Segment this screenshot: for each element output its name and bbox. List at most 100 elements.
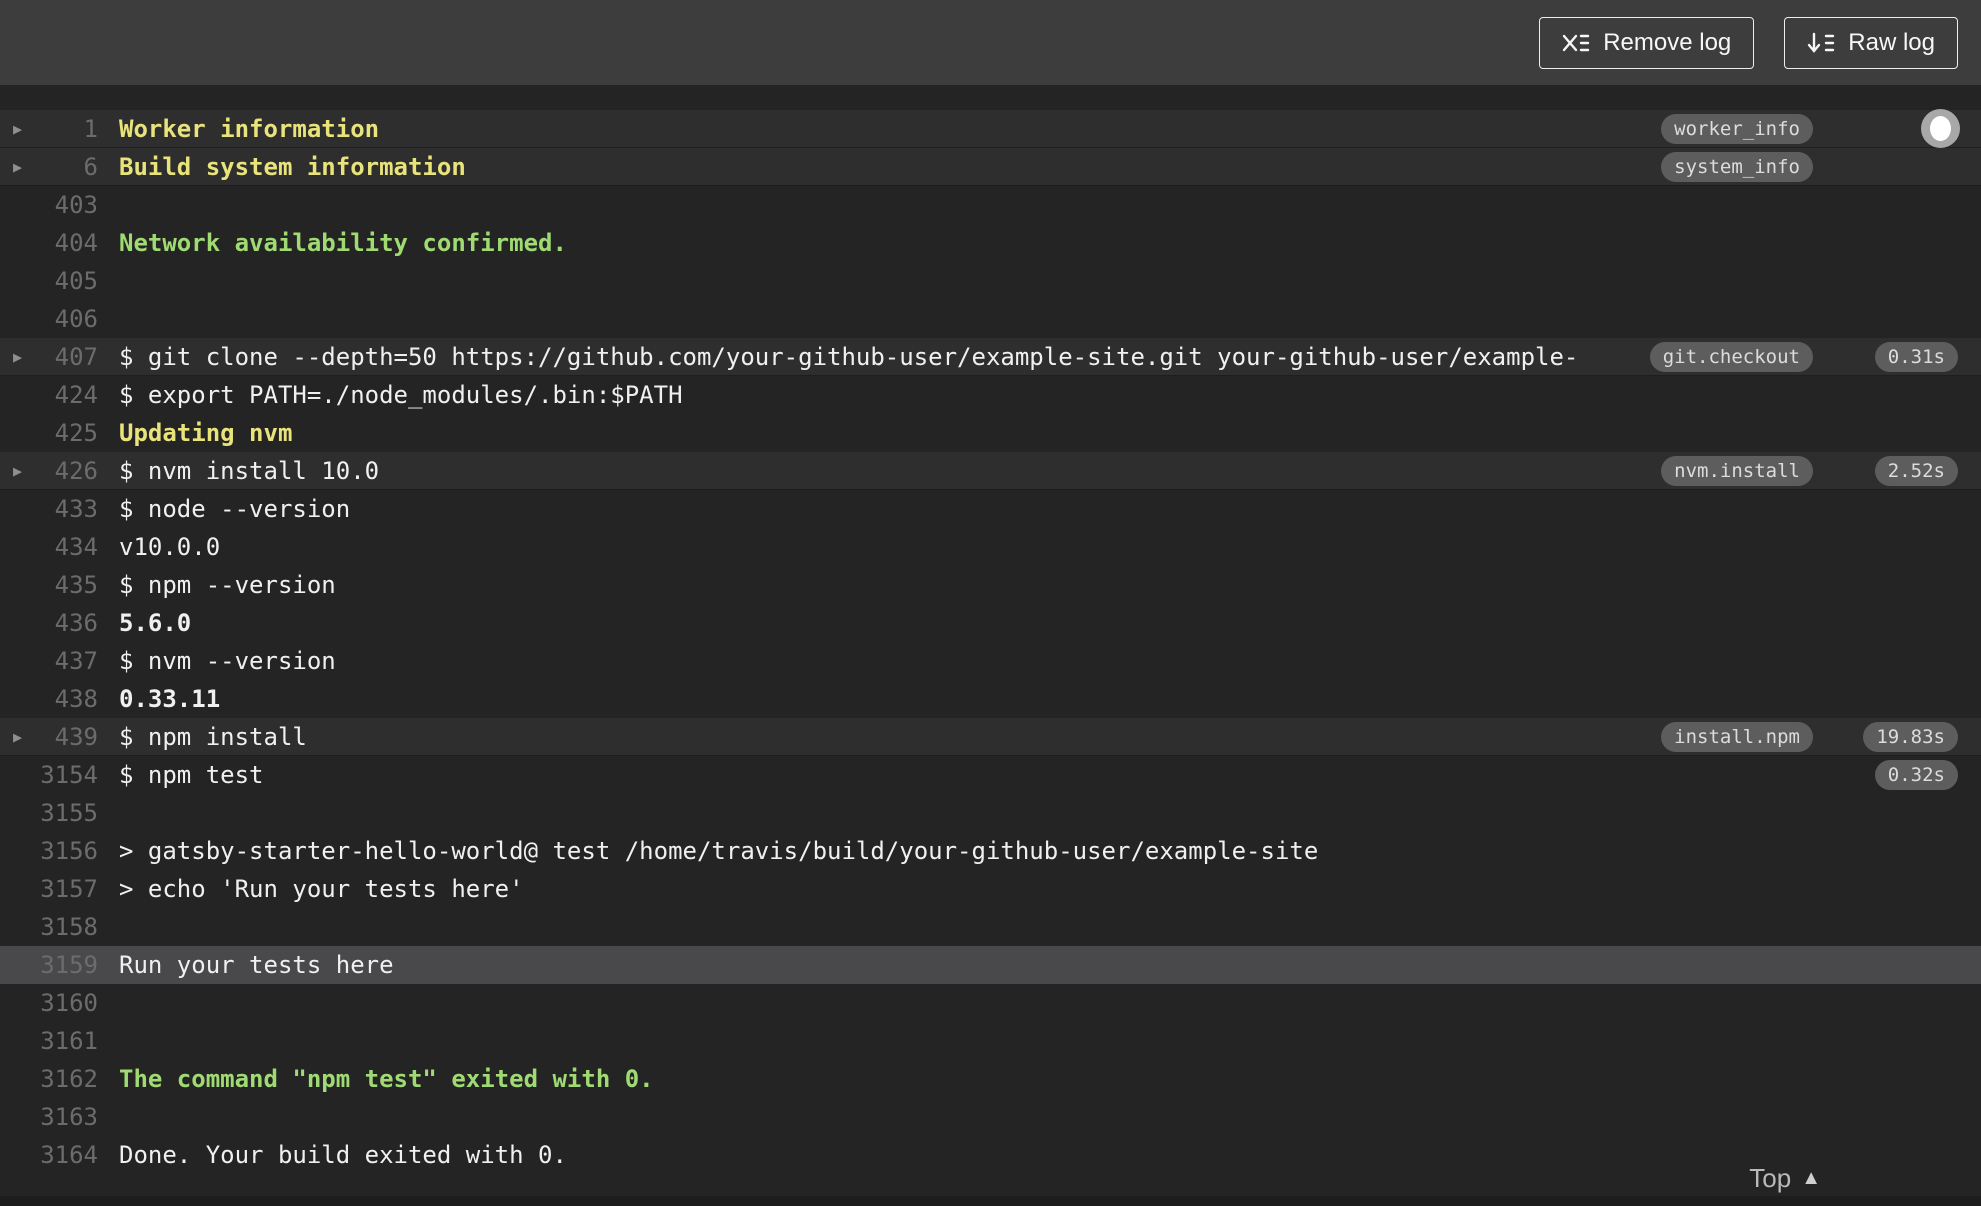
log-row: 406 <box>0 300 1981 338</box>
log-text: $ export PATH=./node_modules/.bin:$PATH <box>119 381 683 409</box>
line-number[interactable]: 1 <box>36 110 98 148</box>
log-row: 404 Network availability confirmed. <box>0 224 1981 262</box>
log-row: 434 v10.0.0 <box>0 528 1981 566</box>
back-to-top-link[interactable]: Top ▲ <box>1749 1163 1821 1194</box>
log-row: 3162 The command "npm test" exited with 0… <box>0 1060 1981 1098</box>
line-number[interactable]: 435 <box>36 566 98 604</box>
line-number[interactable]: 3163 <box>36 1098 98 1136</box>
raw-log-label: Raw log <box>1848 28 1935 56</box>
log-row: 438 0.33.11 <box>0 680 1981 718</box>
scroll-follow-button[interactable] <box>1921 109 1960 148</box>
duration-badge: 19.83s <box>1863 722 1958 752</box>
log-row: 3159 Run your tests here <box>0 946 1981 984</box>
log-row: 3161 <box>0 1022 1981 1060</box>
line-number[interactable]: 3162 <box>36 1060 98 1098</box>
line-number[interactable]: 434 <box>36 528 98 566</box>
fold-arrow-icon[interactable]: ▶ <box>0 718 36 756</box>
log-text: Updating nvm <box>119 419 293 447</box>
log-toolbar: Remove log Raw log <box>0 0 1981 85</box>
travis-log-page: { "toolbar": { "remove_log_label": "Remo… <box>0 0 1981 1206</box>
log-row: 435 $ npm --version <box>0 566 1981 604</box>
fold-arrow-icon[interactable]: ▶ <box>0 148 36 186</box>
duration-badge: 0.32s <box>1874 760 1958 790</box>
line-number[interactable]: 404 <box>36 224 98 262</box>
bottom-strip <box>0 1196 1981 1206</box>
line-number[interactable]: 3160 <box>36 984 98 1022</box>
line-number[interactable]: 3157 <box>36 870 98 908</box>
log-text: $ npm test <box>119 761 264 789</box>
fold-name-badge: install.npm <box>1661 722 1813 752</box>
log-row: ▶ 6 Build system information system_info <box>0 148 1981 186</box>
line-number[interactable]: 438 <box>36 680 98 718</box>
log-row: 3157 > echo 'Run your tests here' <box>0 870 1981 908</box>
line-number[interactable]: 3155 <box>36 794 98 832</box>
line-number[interactable]: 3164 <box>36 1136 98 1174</box>
log-row: 425 Updating nvm <box>0 414 1981 452</box>
remove-log-icon <box>1562 30 1590 56</box>
line-number[interactable]: 426 <box>36 452 98 490</box>
log-text: v10.0.0 <box>119 533 221 561</box>
log-text: The command "npm test" exited with 0. <box>119 1065 654 1093</box>
fold-name-badge: system_info <box>1661 152 1813 182</box>
log-row: ▶ 1 Worker information worker_info <box>0 110 1981 148</box>
log-row: 3156 > gatsby-starter-hello-world@ test /… <box>0 832 1981 870</box>
duration-badge: 0.31s <box>1874 342 1958 372</box>
line-number[interactable]: 405 <box>36 262 98 300</box>
line-number[interactable]: 437 <box>36 642 98 680</box>
log-text: $ npm --version <box>119 571 336 599</box>
line-number[interactable]: 436 <box>36 604 98 642</box>
log-row: 3163 <box>0 1098 1981 1136</box>
log-text: > echo 'Run your tests here' <box>119 875 524 903</box>
log-row: ▶ 407 $ git clone --depth=50 https://githu… <box>0 338 1981 376</box>
duration-badge: 2.52s <box>1874 456 1958 486</box>
log-row: ▶ 439 $ npm install install.npm 19.83s <box>0 718 1981 756</box>
fold-name-badge: git.checkout <box>1649 342 1813 372</box>
line-number[interactable]: 433 <box>36 490 98 528</box>
fold-arrow-icon[interactable]: ▶ <box>0 110 36 148</box>
fold-arrow-icon[interactable]: ▶ <box>0 338 36 376</box>
line-number[interactable]: 424 <box>36 376 98 414</box>
log-row: 3155 <box>0 794 1981 832</box>
back-to-top-label: Top <box>1749 1163 1792 1193</box>
fold-arrow-icon[interactable]: ▶ <box>0 452 36 490</box>
circle-dot-icon <box>1930 116 1951 141</box>
log-row: 424 $ export PATH=./node_modules/.bin:$PA… <box>0 376 1981 414</box>
line-number[interactable]: 439 <box>36 718 98 756</box>
log-row: 3158 <box>0 908 1981 946</box>
log-text: Network availability confirmed. <box>119 229 567 257</box>
log-row: 3160 <box>0 984 1981 1022</box>
line-number[interactable]: 3156 <box>36 832 98 870</box>
line-number[interactable]: 403 <box>36 186 98 224</box>
line-number[interactable]: 6 <box>36 148 98 186</box>
fold-name-badge: nvm.install <box>1661 456 1813 486</box>
raw-log-button[interactable]: Raw log <box>1784 16 1958 69</box>
remove-log-label: Remove log <box>1603 28 1732 56</box>
log-text: Run your tests here <box>119 951 394 979</box>
log-row: 403 <box>0 186 1981 224</box>
triangle-up-icon: ▲ <box>1801 1167 1821 1189</box>
remove-log-button[interactable]: Remove log <box>1539 16 1755 69</box>
log-row: 433 $ node --version <box>0 490 1981 528</box>
line-number[interactable]: 3159 <box>36 946 98 984</box>
line-number[interactable]: 3158 <box>36 908 98 946</box>
log-text: 0.33.11 <box>119 685 221 713</box>
log-text: Done. Your build exited with 0. <box>119 1141 567 1169</box>
log-row: 436 5.6.0 <box>0 604 1981 642</box>
line-number[interactable]: 3161 <box>36 1022 98 1060</box>
line-number[interactable]: 425 <box>36 414 98 452</box>
log-viewer: ▶ 1 Worker information worker_info ▶ 6 Build s… <box>0 85 1981 1206</box>
log-text: $ node --version <box>119 495 351 523</box>
log-row: 405 <box>0 262 1981 300</box>
log-text: $ nvm --version <box>119 647 336 675</box>
log-row: 437 $ nvm --version <box>0 642 1981 680</box>
line-number[interactable]: 406 <box>36 300 98 338</box>
log-row: 3154 $ npm test 0.32s <box>0 756 1981 794</box>
fold-name-badge: worker_info <box>1661 114 1813 144</box>
line-number[interactable]: 407 <box>36 338 98 376</box>
log-row: 3164 Done. Your build exited with 0. <box>0 1136 1981 1174</box>
log-rows: ▶ 1 Worker information worker_info ▶ 6 Build s… <box>0 110 1981 1174</box>
line-number[interactable]: 3154 <box>36 756 98 794</box>
log-row: ▶ 426 $ nvm install 10.0 nvm.install 2.52s <box>0 452 1981 490</box>
raw-log-icon <box>1807 30 1835 56</box>
log-text: > gatsby-starter-hello-world@ test /home… <box>119 837 1319 865</box>
